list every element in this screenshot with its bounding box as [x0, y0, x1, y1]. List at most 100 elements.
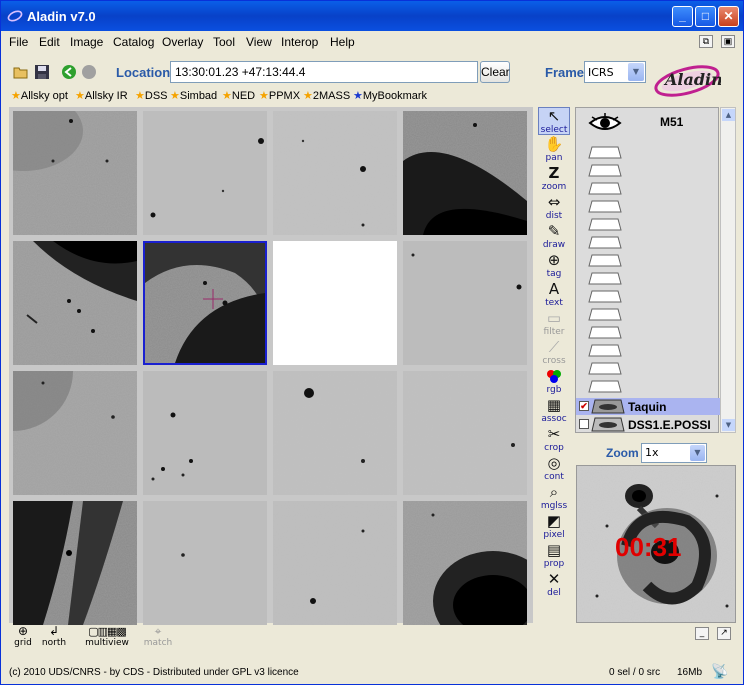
puzzle-tile[interactable]	[143, 371, 267, 495]
chevron-down-icon: ▼	[690, 445, 705, 461]
empty-plane-slot[interactable]	[588, 344, 622, 357]
match-button[interactable]: ⌖ match	[141, 625, 175, 649]
mglss-tool-button[interactable]: ⌕ mglss	[538, 484, 570, 512]
empty-plane-slot[interactable]	[588, 164, 622, 177]
minimize-panel-icon[interactable]: _	[695, 627, 709, 640]
puzzle-tile[interactable]	[13, 501, 137, 625]
location-input[interactable]: 13:30:01.23 +47:13:44.4	[170, 61, 478, 83]
scroll-up-icon[interactable]: ▲	[722, 109, 735, 121]
bookmark-simbad[interactable]: ★Simbad	[170, 89, 217, 102]
clear-button[interactable]: Clear	[480, 61, 510, 83]
full-screen-icon[interactable]: ▣	[721, 35, 735, 48]
bookmark-dss[interactable]: ★DSS	[135, 89, 168, 102]
empty-plane-slot[interactable]	[588, 308, 622, 321]
puzzle-tile[interactable]	[403, 111, 527, 235]
cont-tool-button[interactable]: ◎ cont	[538, 455, 570, 483]
menu-image[interactable]: Image	[70, 35, 103, 49]
puzzle-tile[interactable]	[143, 111, 267, 235]
menu-file[interactable]: File	[9, 35, 28, 49]
menu-edit[interactable]: Edit	[39, 35, 60, 49]
empty-plane-slot[interactable]	[588, 200, 622, 213]
bookmark-ppmx[interactable]: ★PPMX	[259, 89, 300, 102]
text-tool-button[interactable]: Atext	[538, 281, 570, 309]
plane-visibility-checkbox[interactable]	[579, 419, 589, 429]
empty-plane-slot[interactable]	[588, 290, 622, 303]
stack-scrollbar[interactable]: ▲ ▼	[720, 107, 736, 433]
menu-tool[interactable]: Tool	[213, 35, 235, 49]
empty-plane-slot[interactable]	[588, 236, 622, 249]
dist-tool-button[interactable]: ⇔ dist	[538, 194, 570, 222]
plane-stack[interactable]: M51 ✔ Taquin DSS1.E.POSSI	[575, 107, 720, 433]
forward-icon[interactable]	[81, 64, 97, 80]
external-window-icon[interactable]: ↗	[717, 627, 731, 640]
scroll-down-icon[interactable]: ▼	[722, 419, 735, 431]
menu-view[interactable]: View	[246, 35, 272, 49]
bookmark-ned[interactable]: ★NED	[222, 89, 255, 102]
grid-button[interactable]: ⊕ grid	[11, 624, 35, 649]
puzzle-tile[interactable]	[273, 501, 397, 625]
empty-plane-slot[interactable]	[588, 362, 622, 375]
cross-tool-button[interactable]: ⟋ cross	[538, 339, 570, 367]
puzzle-tile[interactable]	[403, 241, 527, 365]
close-button[interactable]: ✕	[718, 6, 739, 27]
puzzle-tile[interactable]	[403, 371, 527, 495]
save-icon[interactable]	[34, 64, 50, 80]
maximize-button[interactable]: □	[695, 6, 716, 27]
plane-taquin[interactable]: ✔ Taquin	[576, 398, 720, 415]
empty-plane-slot[interactable]	[588, 254, 622, 267]
image-view[interactable]	[9, 107, 533, 625]
bookmark-2mass[interactable]: ★2MASS	[303, 89, 350, 102]
puzzle-tile[interactable]	[13, 371, 137, 495]
title-bar[interactable]: Aladin v7.0 _ □ ✕	[1, 1, 743, 31]
multiview-button[interactable]: ▢▥▦▩ multiview	[73, 625, 141, 648]
puzzle-tile[interactable]	[13, 241, 137, 365]
rgb-tool-button[interactable]: rgb	[538, 368, 570, 396]
north-button[interactable]: ↲ north	[39, 625, 69, 649]
back-icon[interactable]	[61, 64, 77, 80]
empty-plane-slot[interactable]	[588, 182, 622, 195]
minimize-button[interactable]: _	[672, 6, 693, 27]
bookmark-allsky-opt[interactable]: ★Allsky opt	[11, 89, 68, 102]
menu-interop[interactable]: Interop	[281, 35, 318, 49]
puzzle-tile[interactable]	[273, 111, 397, 235]
star-icon: ★	[353, 90, 363, 102]
puzzle-tile[interactable]	[13, 111, 137, 235]
prop-tool-button[interactable]: ▤ prop	[538, 542, 570, 570]
tag-tool-button[interactable]: ⊕ tag	[538, 252, 570, 280]
puzzle-tile[interactable]	[403, 501, 527, 625]
menu-help[interactable]: Help	[330, 35, 355, 49]
puzzle-tile-selected[interactable]	[143, 241, 267, 365]
empty-plane-slot[interactable]	[588, 326, 622, 339]
empty-plane-slot[interactable]	[588, 218, 622, 231]
plane-visibility-checkbox[interactable]: ✔	[579, 401, 589, 411]
bookmark-allsky-ir[interactable]: ★Allsky IR	[75, 89, 128, 102]
puzzle-tile[interactable]	[143, 501, 267, 625]
open-folder-icon[interactable]	[13, 64, 29, 80]
bookmark-mybookmark[interactable]: ★MyBookmark	[353, 89, 427, 102]
grid-icon: ⊕	[17, 624, 29, 638]
pixel-tool-button[interactable]: ◩ pixel	[538, 513, 570, 541]
frame-select[interactable]: ICRS ▼	[584, 61, 646, 83]
satellite-dish-icon[interactable]: 📡	[711, 663, 728, 680]
restore-view-icon[interactable]: ⧉	[699, 35, 713, 48]
empty-plane-slot[interactable]	[588, 380, 622, 393]
chevron-down-icon: ▼	[628, 63, 644, 81]
plane-dss1-e-possi[interactable]: DSS1.E.POSSI	[576, 416, 720, 433]
menu-overlay[interactable]: Overlay	[162, 35, 203, 49]
empty-plane-slot[interactable]	[588, 146, 622, 159]
pan-tool-button[interactable]: ✋ pan	[538, 136, 570, 164]
puzzle-tile[interactable]	[273, 371, 397, 495]
empty-plane-slot[interactable]	[588, 272, 622, 285]
select-tool-button[interactable]: ↖ select	[538, 107, 570, 135]
assoc-tool-button[interactable]: ▦ assoc	[538, 397, 570, 425]
draw-tool-button[interactable]: ✎ draw	[538, 223, 570, 251]
puzzle-empty-tile[interactable]	[273, 241, 397, 365]
filter-tool-button[interactable]: ▭ filter	[538, 310, 570, 338]
zoom-preview[interactable]: 00:31	[576, 465, 736, 623]
del-tool-button[interactable]: ✕ del	[538, 571, 570, 599]
zoom-tool-button[interactable]: Zzoom	[538, 165, 570, 193]
crop-tool-button[interactable]: ✂ crop	[538, 426, 570, 454]
zoom-select[interactable]: 1x ▼	[641, 443, 707, 463]
eye-icon[interactable]	[588, 113, 622, 133]
menu-catalog[interactable]: Catalog	[113, 35, 154, 49]
